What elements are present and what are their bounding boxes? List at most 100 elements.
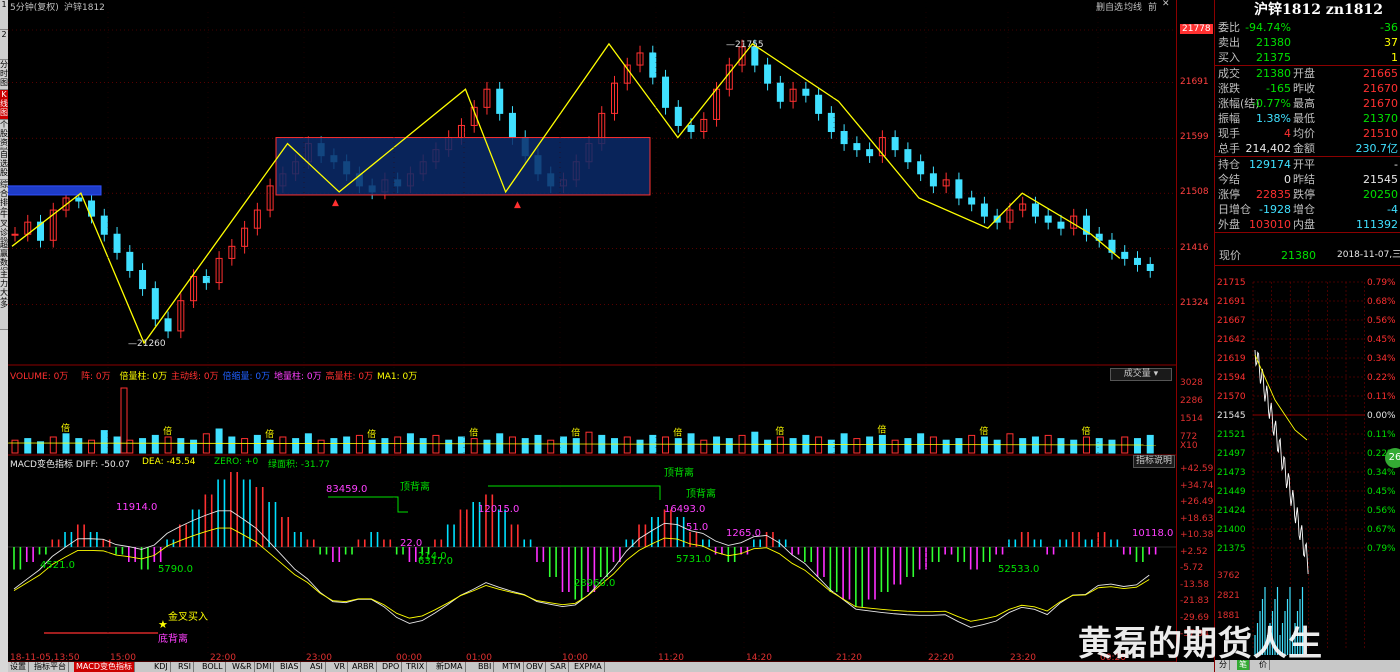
volume-bar (968, 434, 976, 454)
price-axis-label: 21416 (1180, 242, 1209, 253)
panel-separator (1215, 232, 1400, 233)
indicator-tab-8[interactable]: BIAS (278, 662, 302, 672)
quote-value: 103010 (1249, 218, 1291, 231)
quote-value: -94.74% (1245, 21, 1291, 34)
left-tab-9[interactable]: 主力大单 (0, 270, 8, 300)
indicator-tab-16[interactable]: MTM (500, 662, 524, 672)
divergence-line (328, 496, 408, 513)
left-tab-8[interactable]: 超赢数据 (0, 240, 8, 270)
indicator-tab-0[interactable]: 设置 (8, 662, 29, 672)
volume-bar (942, 439, 950, 454)
time-axis-label: 23:20 (1010, 653, 1036, 662)
time-axis-label: 18-11-05,13:50 (10, 653, 80, 662)
volume-bar (521, 438, 529, 454)
time-axis-label: 22:00 (210, 653, 236, 662)
left-tab-7[interactable]: 牛叉诊股 (0, 210, 8, 240)
volume-bar (611, 438, 619, 454)
candle-body (853, 143, 861, 151)
left-tab-2[interactable]: 分时图 (0, 60, 8, 90)
quote-value: 22835 (1256, 188, 1291, 201)
mini-price-label: 21497 (1217, 449, 1246, 459)
macd-legend-item-3: 绿面积: -31.77 (268, 460, 330, 470)
left-tab-6[interactable]: 综合排名 (0, 180, 8, 210)
indicator-tab-5[interactable]: BOLL (200, 662, 226, 672)
badge-icon[interactable]: 26 (1385, 448, 1400, 468)
indicator-tab-1[interactable]: 指标平台 (32, 662, 69, 672)
indicator-tab-13[interactable]: TRIX (404, 662, 428, 672)
indicator-tab-14[interactable]: 新DMA (434, 662, 466, 672)
volume-bar (113, 436, 121, 454)
left-tab-5[interactable]: 自选股 (0, 150, 8, 180)
quote-value: 21380 (1256, 36, 1291, 49)
mini-price-label: 21473 (1217, 468, 1246, 478)
indicator-tab-17[interactable]: OBV (524, 662, 547, 672)
volume-legend-item-0: VOLUME: 0万 (10, 372, 69, 382)
quote-row-8: 总手 214,402 金额 230.7亿 (1215, 141, 1400, 156)
volume-bar (368, 439, 376, 454)
indicator-tab-7[interactable]: DMI (254, 662, 275, 672)
price-axis-label: 21691 (1180, 76, 1209, 87)
mini-price-label: 21545 (1217, 411, 1246, 421)
indicator-tab-19[interactable]: EXPMA (572, 662, 605, 672)
volume-bar (815, 436, 823, 454)
volume-marker: 倍 (673, 427, 682, 439)
volume-legend: VOLUME: 0万 阵: 0万 倍量柱: 0万 主动线: 0万 倍缩量: 0万 地量柱:… (8, 368, 1108, 382)
indicator-tab-9[interactable]: ASI (308, 662, 326, 672)
candle-body (891, 137, 899, 151)
candle-body (764, 64, 772, 84)
volume-bar (292, 438, 300, 454)
macd-axis-label: -21.83 (1180, 596, 1210, 606)
quote-label: 今结 (1218, 173, 1240, 186)
mini-price-line (1254, 349, 1309, 574)
current-price-label: 现价 (1219, 249, 1241, 262)
range-box-small (8, 185, 102, 196)
volume-bar (662, 436, 670, 454)
panel-separator (1215, 265, 1400, 266)
chart-canvas[interactable]: —21755—21260▲ ▲倍倍倍倍倍倍倍倍倍倍倍★18-11-05,13:50… (8, 0, 1176, 662)
left-tab-4[interactable]: 个股资料 (0, 120, 8, 150)
macd-axis-label: +18.63 (1180, 513, 1214, 524)
volume-bar (126, 439, 134, 454)
candle-body (968, 197, 976, 205)
candle-body (649, 52, 657, 78)
indicator-tab-3[interactable]: KDJ (152, 662, 171, 672)
quote-label-right: 跌停 (1293, 188, 1315, 201)
volume-bar (381, 438, 389, 454)
indicator-tab-10[interactable]: VR (332, 662, 349, 672)
quote-value: 4 (1284, 127, 1291, 140)
quote-row-3: 成交 21380 开盘 21665 (1215, 66, 1400, 81)
left-tab-0[interactable]: 1 (0, 0, 8, 30)
indicator-tab-15[interactable]: BBI (476, 662, 495, 672)
indicator-tab-4[interactable]: RSI (176, 662, 194, 672)
indicator-tab-6[interactable]: W&R (230, 662, 255, 672)
volume-bar (139, 438, 147, 454)
indicator-tab-2[interactable]: MACD变色指标 (74, 662, 135, 672)
volume-marker: 倍 (367, 428, 376, 440)
quote-value-right: 20250 (1363, 188, 1398, 201)
indicator-tab-12[interactable]: DPO (380, 662, 403, 672)
indicator-tab-18[interactable]: SAR (548, 662, 570, 672)
quote-value-right: 37 (1384, 36, 1398, 49)
left-tab-1[interactable]: 2 (0, 30, 8, 60)
candle-body (100, 215, 108, 235)
left-tab-10[interactable]: 多 (0, 300, 8, 330)
price-axis-label: 21508 (1180, 187, 1209, 198)
quote-value: -165 (1266, 82, 1291, 95)
volume-bar (394, 436, 402, 454)
volume-bar (1070, 439, 1078, 454)
quote-row-13: 外盘 103010 内盘 111392 (1215, 217, 1400, 232)
price-axis-label: 21324 (1180, 298, 1209, 309)
mini-timeline-chart[interactable]: 21715 0.79% 21691 0.68% 21667 0.56% 21642 0.45%… (1215, 270, 1400, 660)
volume-bar (253, 434, 261, 454)
indicator-help-button[interactable]: 指标说明 (1133, 455, 1175, 468)
quote-label-right: 均价 (1293, 127, 1315, 140)
quote-row-6: 振幅 1.38% 最低 21370 (1215, 111, 1400, 126)
volume-bar (37, 441, 45, 454)
volume-bar (789, 438, 797, 454)
indicator-tab-11[interactable]: ARBR (350, 662, 378, 672)
volume-dropdown[interactable]: 成交量 ▾ (1110, 368, 1172, 381)
left-tab-3[interactable]: K线图 (0, 90, 8, 120)
volume-bar (572, 438, 580, 454)
quote-label-right: 开平 (1293, 158, 1315, 171)
buy-arrow-icon: ▲ (332, 198, 339, 208)
